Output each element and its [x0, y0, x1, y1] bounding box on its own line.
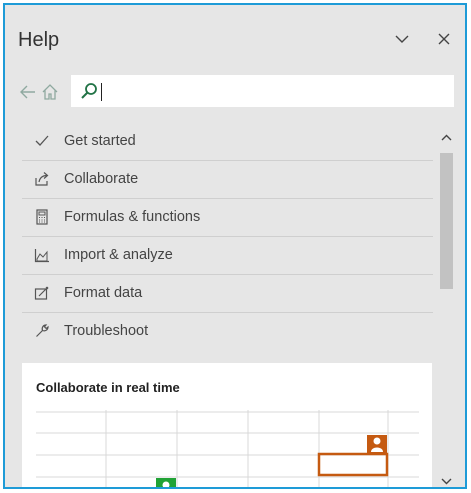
wrench-icon — [36, 324, 49, 337]
collapse-button[interactable] — [390, 27, 414, 51]
green-user-avatar-icon — [156, 478, 176, 487]
scrollbar-thumb[interactable] — [440, 153, 453, 289]
feature-card[interactable]: Collaborate in real time — [22, 363, 432, 487]
checkmark-icon — [35, 135, 49, 146]
chart-icon — [34, 249, 49, 263]
menu-item-format-data[interactable]: Format data — [22, 275, 433, 313]
menu-item-label: Format data — [64, 285, 143, 301]
vertical-scrollbar[interactable] — [438, 123, 455, 487]
arrow-left-icon — [20, 85, 35, 99]
search-box — [71, 75, 454, 107]
pane-title: Help — [18, 29, 60, 51]
search-row — [5, 73, 465, 113]
menu-item-label: Collaborate — [64, 171, 139, 187]
calculator-icon — [36, 209, 48, 225]
close-icon — [438, 33, 450, 45]
share-icon — [35, 172, 49, 186]
orange-selection-box — [317, 452, 389, 477]
collaboration-illustration — [36, 410, 419, 487]
menu-item-label: Get started — [64, 133, 136, 149]
pane-header: Help — [5, 5, 465, 69]
search-icon — [81, 83, 97, 99]
home-button[interactable] — [39, 81, 61, 103]
menu-item-label: Formulas & functions — [64, 209, 201, 225]
chevron-down-icon — [395, 35, 409, 43]
scroll-down-button[interactable] — [438, 473, 455, 487]
menu-item-troubleshoot[interactable]: Troubleshoot — [22, 313, 433, 350]
menu-item-import-analyze[interactable]: Import & analyze — [22, 237, 433, 275]
back-button[interactable] — [17, 81, 39, 103]
scroll-up-button[interactable] — [438, 129, 455, 145]
home-icon — [42, 84, 58, 100]
orange-user-avatar-icon — [367, 435, 387, 454]
chevron-down-icon — [441, 478, 452, 484]
menu-item-get-started[interactable]: Get started — [22, 123, 433, 161]
menu-item-collaborate[interactable]: Collaborate — [22, 161, 433, 199]
format-icon — [34, 286, 49, 300]
help-topics-list: Get started Collaborate Formulas & funct… — [22, 123, 433, 350]
card-title: Collaborate in real time — [36, 380, 180, 395]
menu-item-label: Troubleshoot — [64, 323, 149, 339]
close-button[interactable] — [432, 27, 456, 51]
search-input[interactable] — [99, 78, 446, 104]
spreadsheet-gridlines — [36, 410, 419, 487]
text-cursor — [101, 83, 102, 101]
help-pane: Help Get started Collaborate Formulas & … — [3, 3, 467, 489]
chevron-up-icon — [441, 134, 452, 140]
menu-item-formulas-functions[interactable]: Formulas & functions — [22, 199, 433, 237]
menu-item-label: Import & analyze — [64, 247, 173, 263]
